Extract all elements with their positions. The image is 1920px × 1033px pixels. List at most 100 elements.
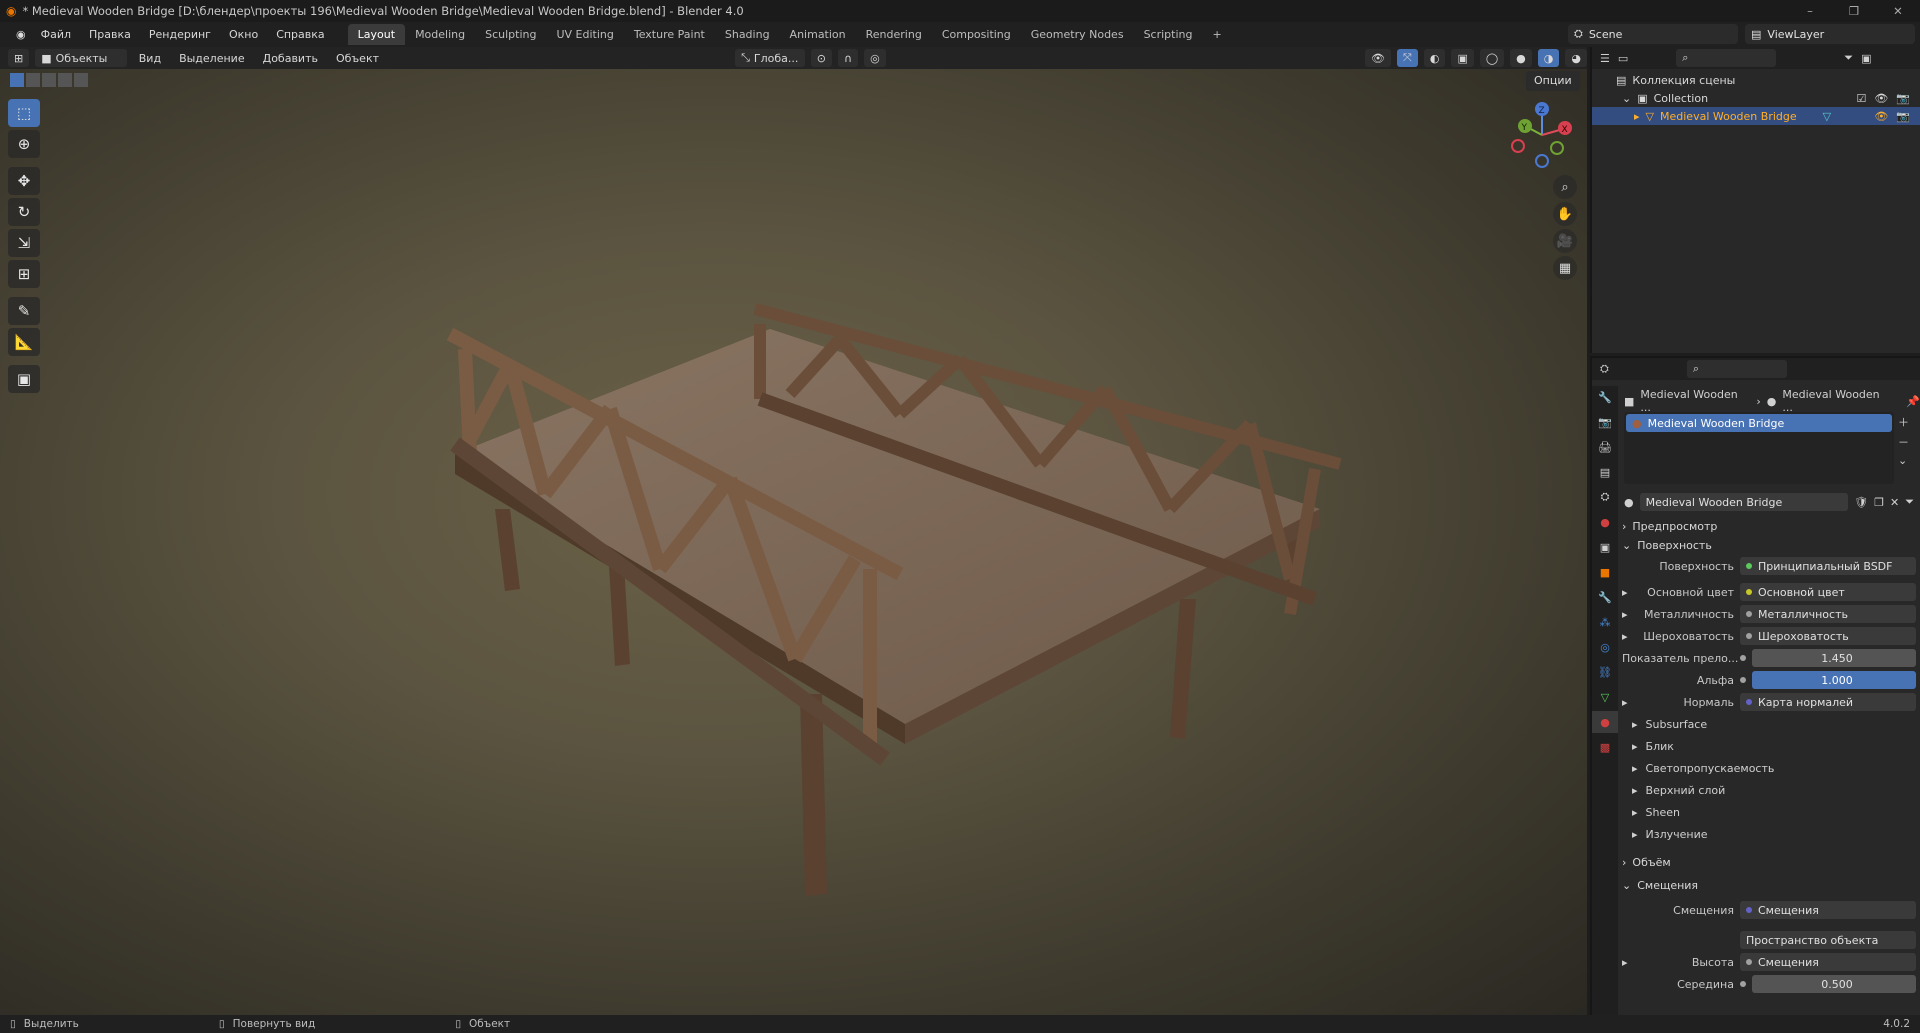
expand-arrow-icon[interactable]: ▸ — [1622, 608, 1636, 621]
3d-viewport[interactable]: ⬚ ⊕ ✥ ↻ ⇲ ⊞ ✎ 📐 ▣ Опции Z X Y ⌕ ✋ 🎥 ▦ — [0, 69, 1587, 1015]
tab-world[interactable]: ● — [1592, 511, 1618, 533]
slot-menu-icon[interactable]: ⌄ — [1898, 454, 1909, 467]
tab-constraints[interactable]: ⛓ — [1592, 661, 1618, 683]
expand-arrow-icon[interactable]: ▸ — [1622, 630, 1636, 643]
pivot-button[interactable]: ⊙ — [810, 49, 832, 67]
shading-material-button[interactable]: ◑ — [1537, 49, 1560, 67]
cursor-tool[interactable]: ⊕ — [8, 130, 40, 158]
tab-compositing[interactable]: Compositing — [932, 24, 1021, 45]
section-preview[interactable]: › Предпросмотр — [1622, 516, 1916, 536]
alpha-field[interactable]: 1.000 — [1752, 671, 1916, 689]
camera-view-button[interactable]: 🎥 — [1553, 229, 1577, 253]
breadcrumb-object[interactable]: Medieval Wooden ... — [1640, 388, 1750, 414]
options-dropdown[interactable]: Опции — [1526, 71, 1580, 91]
tab-tool[interactable]: 🔧 — [1592, 386, 1618, 408]
blender-menu-icon[interactable]: ◉ — [10, 28, 32, 41]
xray-button[interactable]: ▣ — [1451, 49, 1474, 67]
height-field[interactable]: Смещения — [1740, 953, 1916, 971]
shading-solid-button[interactable]: ● — [1510, 49, 1532, 67]
gizmo-toggle-button[interactable]: ⤧ — [1397, 49, 1418, 67]
menu-edit[interactable]: Правка — [80, 22, 140, 47]
subpanel-subsurface[interactable]: ▸ Subsurface — [1632, 714, 1707, 734]
eye-icon[interactable]: 👁 — [1874, 92, 1888, 105]
add-workspace-button[interactable]: + — [1202, 24, 1231, 45]
tab-geometry-nodes[interactable]: Geometry Nodes — [1021, 24, 1134, 45]
section-displacement[interactable]: ⌄ Смещения — [1622, 875, 1916, 895]
subpanel-transmission[interactable]: ▸ Светопропускаемость — [1632, 758, 1774, 778]
remove-slot-icon[interactable]: － — [1898, 434, 1909, 450]
proportional-edit-button[interactable]: ◎ — [864, 49, 886, 67]
editor-type-button[interactable]: ⊞ — [8, 49, 30, 67]
tab-view-layer[interactable]: ▤ — [1592, 461, 1618, 483]
base-color-field[interactable]: Основной цвет — [1740, 583, 1916, 601]
outliner-editor-icon[interactable]: ☰ — [1600, 52, 1610, 65]
mode-selector[interactable]: ■ Объекты — [35, 49, 127, 67]
navigation-gizmo[interactable]: Z X Y — [1505, 99, 1575, 169]
tab-scripting[interactable]: Scripting — [1134, 24, 1203, 45]
annotate-tool[interactable]: ✎ — [8, 297, 40, 325]
select-box-tool[interactable]: ⬚ — [8, 99, 40, 127]
tab-sculpting[interactable]: Sculpting — [475, 24, 546, 45]
tab-physics[interactable]: ◎ — [1592, 636, 1618, 658]
ortho-toggle-button[interactable]: ▦ — [1553, 256, 1577, 280]
add-cube-tool[interactable]: ▣ — [8, 365, 40, 393]
duplicate-icon[interactable]: ❐ — [1874, 496, 1884, 509]
overlay-toggle-button[interactable]: ◐ — [1423, 49, 1446, 67]
checkbox-icon[interactable]: ☑ — [1856, 92, 1866, 105]
render-camera-icon[interactable]: 📷 — [1896, 92, 1910, 105]
measure-tool[interactable]: 📐 — [8, 328, 40, 356]
tab-output[interactable]: 🖨 — [1592, 436, 1618, 458]
breadcrumb-material[interactable]: Medieval Wooden ... — [1782, 388, 1892, 414]
expand-arrow-icon[interactable]: ⌄ — [1622, 92, 1631, 105]
properties-search-input[interactable]: ⌕ — [1686, 360, 1787, 378]
disp-field[interactable]: Смещения — [1740, 901, 1916, 919]
filter-icon[interactable]: ⏷ — [1844, 51, 1853, 65]
browse-material-icon[interactable]: ● — [1624, 496, 1634, 509]
move-tool[interactable]: ✥ — [8, 167, 40, 195]
unlink-icon[interactable]: ✕ — [1890, 496, 1899, 509]
tab-layout[interactable]: Layout — [347, 24, 406, 45]
snap-button[interactable]: ∩ — [838, 49, 859, 67]
mid-field[interactable]: 0.500 — [1752, 975, 1916, 993]
zoom-button[interactable]: ⌕ — [1553, 175, 1577, 199]
menu-help[interactable]: Справка — [267, 22, 333, 47]
visibility-button[interactable]: 👁 — [1365, 49, 1392, 67]
section-volume[interactable]: › Объём — [1622, 852, 1916, 872]
expand-arrow-icon[interactable]: ▸ — [1622, 956, 1636, 969]
maximize-button[interactable]: ❐ — [1832, 0, 1876, 22]
scene-selector[interactable]: ⛭ Scene — [1568, 24, 1738, 44]
tab-texture[interactable]: ▩ — [1592, 736, 1618, 758]
tab-animation[interactable]: Animation — [780, 24, 856, 45]
subpanel-specular[interactable]: ▸ Блик — [1632, 736, 1674, 756]
rotate-tool[interactable]: ↻ — [8, 198, 40, 226]
tab-modeling[interactable]: Modeling — [405, 24, 475, 45]
tab-uv-editing[interactable]: UV Editing — [546, 24, 623, 45]
tab-particles[interactable]: ⁂ — [1592, 611, 1618, 633]
tab-material[interactable]: ● — [1592, 711, 1618, 733]
ior-field[interactable]: 1.450 — [1752, 649, 1916, 667]
tab-shading[interactable]: Shading — [715, 24, 780, 45]
menu-object[interactable]: Объект — [330, 52, 385, 65]
transform-tool[interactable]: ⊞ — [8, 260, 40, 288]
tab-rendering[interactable]: Rendering — [856, 24, 932, 45]
tab-scene[interactable]: ⛭ — [1592, 486, 1618, 508]
eye-icon[interactable]: 👁 — [1874, 110, 1888, 123]
render-camera-icon[interactable]: 📷 — [1896, 110, 1910, 123]
subpanel-coat[interactable]: ▸ Верхний слой — [1632, 780, 1725, 800]
new-collection-icon[interactable]: ▣ — [1861, 52, 1871, 65]
tab-texture-paint[interactable]: Texture Paint — [624, 24, 715, 45]
add-slot-icon[interactable]: ＋ — [1898, 414, 1909, 430]
shading-rendered-button[interactable]: ◕ — [1565, 49, 1587, 67]
scale-tool[interactable]: ⇲ — [8, 229, 40, 257]
normal-field[interactable]: Карта нормалей — [1740, 693, 1916, 711]
filter-icon[interactable]: ⏷ — [1905, 495, 1914, 509]
view-layer-selector[interactable]: ▤ ViewLayer — [1745, 24, 1915, 44]
menu-file[interactable]: Файл — [32, 22, 80, 47]
metallic-field[interactable]: Металличность — [1740, 605, 1916, 623]
pin-icon[interactable]: 📌 — [1906, 395, 1920, 408]
tab-collection[interactable]: ▣ — [1592, 536, 1618, 558]
expand-arrow-icon[interactable]: ▸ — [1622, 586, 1636, 599]
tab-modifiers[interactable]: 🔧 — [1592, 586, 1618, 608]
tab-render[interactable]: 📷 — [1592, 411, 1618, 433]
bridge-model[interactable] — [0, 69, 1587, 1015]
